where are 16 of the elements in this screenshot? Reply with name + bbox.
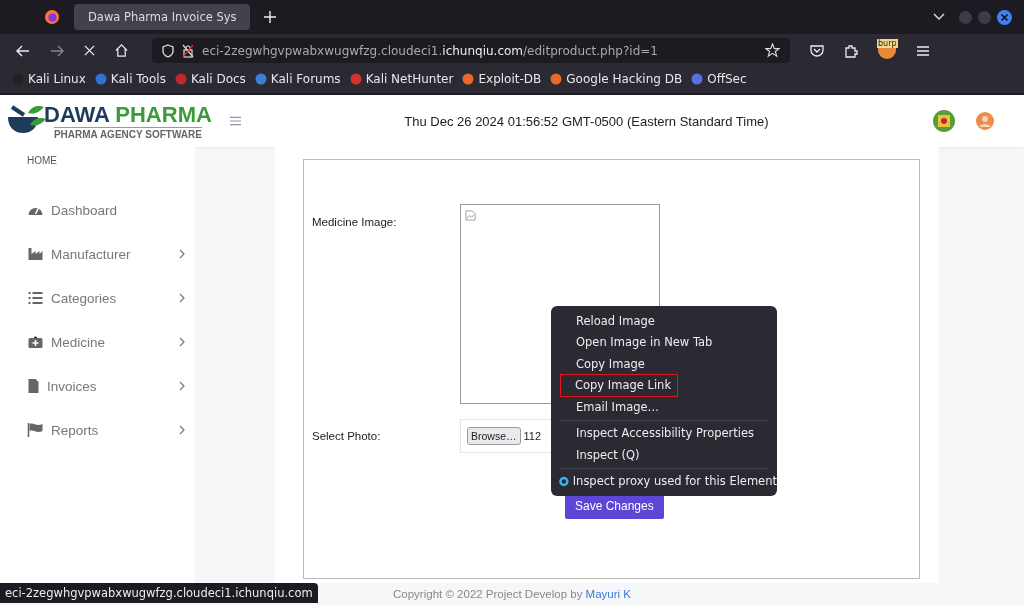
bookmark-label: OffSec xyxy=(707,72,747,86)
bookmark-label: Kali Linux xyxy=(28,72,86,86)
bookmark-label: Exploit-DB xyxy=(478,72,542,86)
logo-subtitle: PHARMA AGENCY SOFTWARE xyxy=(53,126,202,140)
bookmark-label: Kali Forums xyxy=(270,72,341,86)
logo-title: PHARMA xyxy=(115,101,212,127)
date-time: Thu Dec 26 2024 01:56:52 GMT-0500 (Eastern Standard Time) xyxy=(403,113,770,129)
status-url: eci-2zegwhgvpwabxwugwfzg.cloudeci1.ichunqiu.com xyxy=(0,583,318,603)
field-label: Select Photo: xyxy=(312,430,382,442)
logo-title: DAWA xyxy=(44,101,110,127)
bookmark-label: Kali Tools xyxy=(110,72,166,86)
bookmark-label: Kali NetHunter xyxy=(365,72,454,86)
field-label: Medicine Image: xyxy=(312,216,398,230)
bookmark-label: Kali Docs xyxy=(190,72,246,86)
sidebar-heading: HOME xyxy=(27,155,58,166)
footer-text: Copyright © 2022 Project Develop by xyxy=(393,588,583,600)
